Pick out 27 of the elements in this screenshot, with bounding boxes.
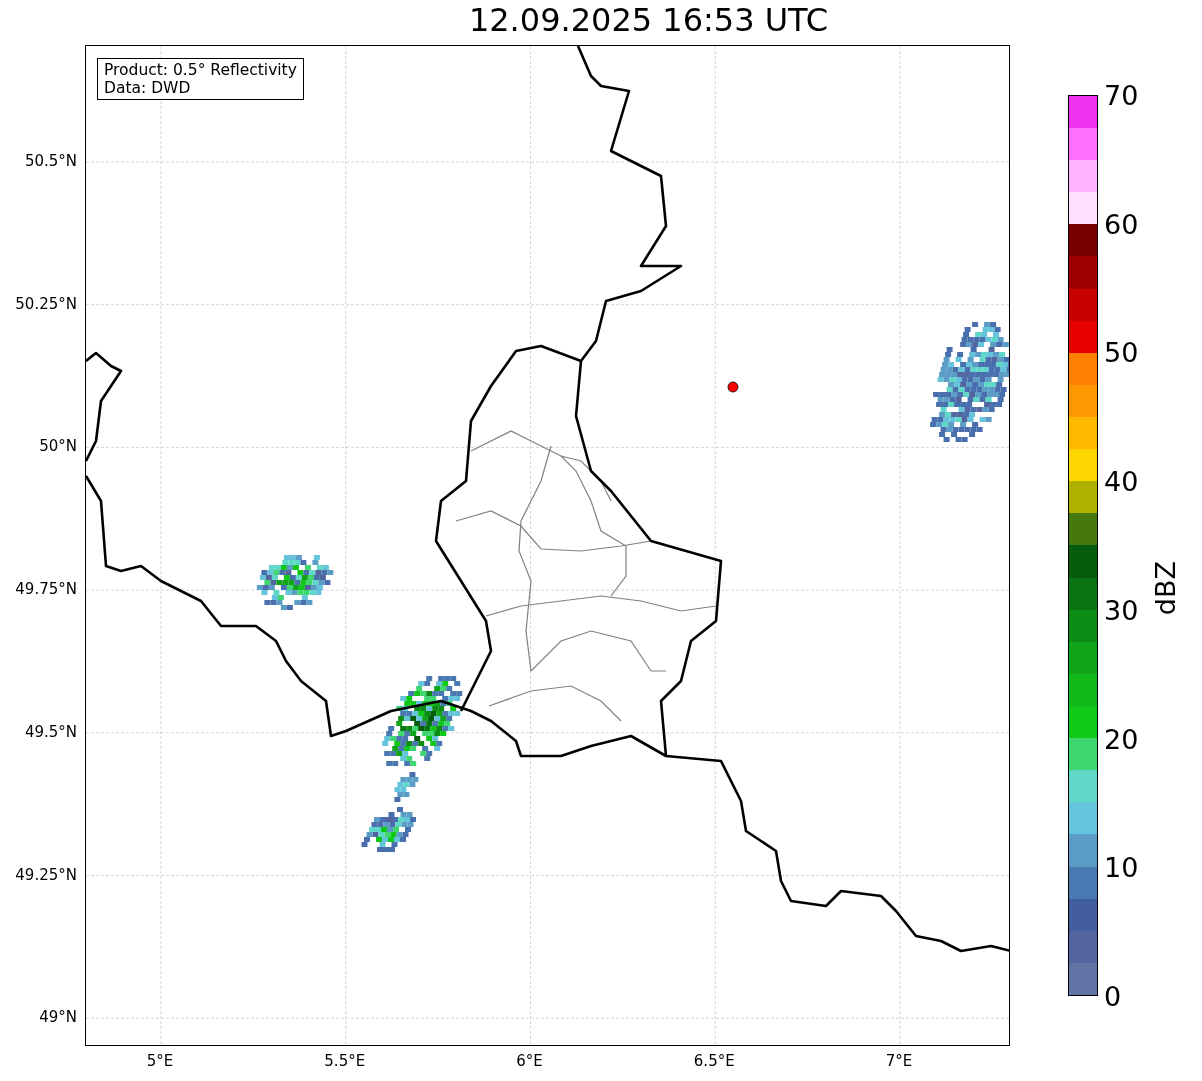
latitude-label: 50°N: [39, 437, 77, 456]
colorbar-tick-label: 60: [1104, 208, 1139, 240]
latitude-label: 49.75°N: [15, 580, 77, 599]
longitude-label: 5°E: [146, 1052, 174, 1070]
latitude-label: 49°N: [39, 1008, 77, 1027]
latitude-label: 50.5°N: [24, 152, 77, 170]
longitude-label: 5.5°E: [324, 1052, 366, 1070]
latitude-label: 50.25°N: [15, 294, 77, 313]
colorbar-tick-label: 10: [1104, 851, 1139, 883]
info-text: Data: DWD: [104, 79, 192, 97]
colorbar-tick-label: 50: [1104, 336, 1139, 368]
location-marker: [727, 381, 739, 393]
longitude-label: 6°E: [516, 1052, 543, 1070]
colorbar-tick-label: 70: [1104, 79, 1139, 111]
latitude-label: 49.5°N: [24, 722, 77, 741]
longitude-label: 7°E: [885, 1052, 913, 1070]
info-text: Product: 0.5° Reflectivity: [104, 61, 297, 79]
latitude-label: 49.25°N: [15, 865, 77, 884]
colorbar-tick-label: 30: [1104, 594, 1139, 626]
colorbar-tick-label: 20: [1104, 723, 1139, 755]
chart-title: 12.09.2025 16:53 UTC: [467, 0, 829, 41]
colorbar-tick-label: 40: [1104, 465, 1139, 497]
colorbar-label: dBZ: [1150, 560, 1181, 616]
radar-echo: [361, 807, 416, 852]
longitude-label: 6.5°E: [693, 1052, 735, 1070]
colorbar-tick-label: 0: [1104, 980, 1122, 1012]
radar-echo: [394, 772, 419, 802]
